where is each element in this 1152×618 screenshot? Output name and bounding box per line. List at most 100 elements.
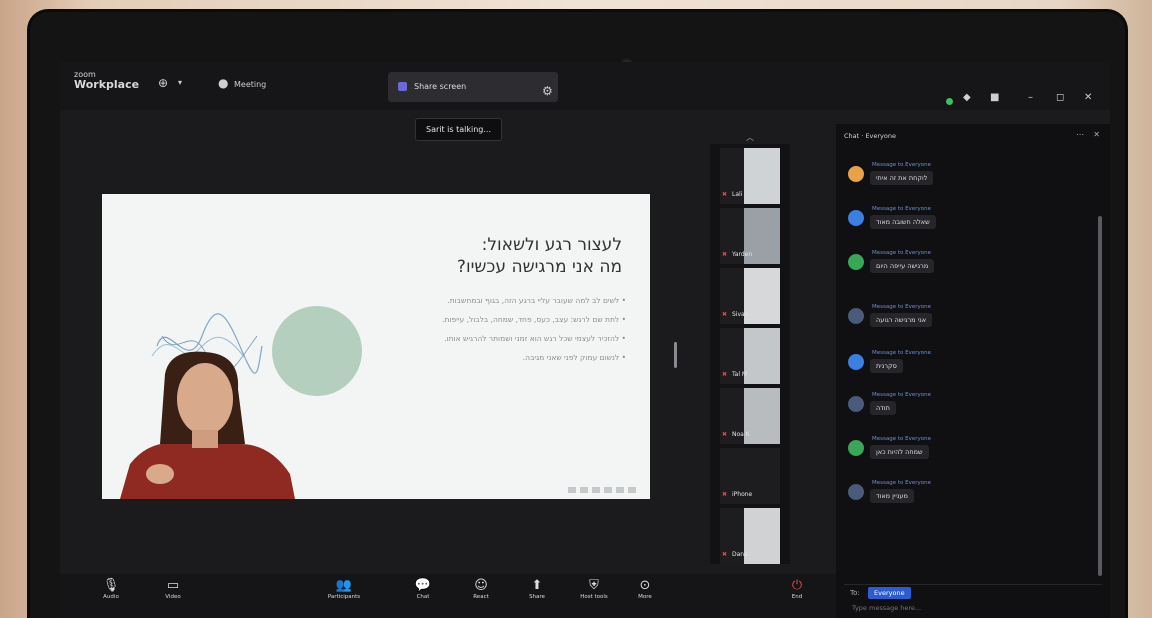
participant-tile[interactable]: ✖ Dana [720, 508, 780, 564]
participant-name: Noa K [732, 431, 750, 438]
chevron-down-icon[interactable]: ▾ [178, 78, 182, 87]
participant-strip: ︿ ✖ Lali ✖ Yarden ✖ Sivan ✖ Tal M ✖ Noa … [710, 133, 790, 564]
chat-message-meta: Message to Everyone [872, 436, 931, 442]
shield-check-icon[interactable]: ◆ [963, 92, 971, 103]
participant-tile[interactable]: ✖ Sivan [720, 268, 780, 324]
meeting-window: zoom Workplace ⊕ ▾ ● Meeting Share scree… [60, 62, 1110, 618]
participant-tile[interactable]: ✖ Yarden [720, 208, 780, 264]
end-label: End [791, 594, 803, 600]
chat-message-text: מעניין מאוד [870, 489, 914, 503]
participant-name: Dana [732, 551, 748, 558]
shield-icon[interactable]: ⊕ [158, 76, 168, 90]
chat-message-meta: Message to Everyone [872, 480, 931, 486]
more-button[interactable]: ⊙ More [628, 578, 662, 600]
connection-status-icon [946, 98, 953, 105]
participant-name: Yarden [732, 251, 753, 258]
avatar [848, 210, 864, 226]
chat-message-text: לוקחת את זה איתי [870, 171, 934, 185]
share-screen-icon: ⬆ [531, 578, 543, 593]
video-camera-icon: ▭ [166, 578, 180, 593]
avatar [848, 166, 864, 182]
participant-video [744, 508, 780, 564]
leave-icon: ⏻ [791, 578, 803, 593]
chat-options-icon[interactable]: ⋯ [1076, 130, 1084, 139]
chat-bubble-icon: 💬 [414, 578, 432, 593]
slide-bullet: • להזכיר לעצמי שכל רגש הוא זמני ושמותר ל… [444, 334, 626, 343]
slide-title-line-1: לעצור רגע ולשאול: [481, 235, 622, 255]
shield-icon: ⛨ [589, 578, 599, 593]
meeting-info-icon[interactable]: ● [218, 76, 228, 90]
react-label: React [473, 594, 489, 600]
chat-message-meta: Message to Everyone [872, 250, 931, 256]
slide-bullet: • לשים לב למה שעובר עליי ברגע הזה, בגוף … [447, 296, 626, 305]
minimize-icon[interactable]: – [1028, 92, 1033, 103]
participant-tile[interactable]: ✖ iPhone [720, 448, 780, 504]
chat-panel: Chat · Everyone ⋯ ✕ Message to Everyone … [836, 124, 1110, 618]
avatar [848, 484, 864, 500]
react-button[interactable]: ☺ React [464, 578, 498, 600]
muted-mic-icon: ✖ [722, 311, 728, 318]
close-chat-icon[interactable]: ✕ [1093, 130, 1100, 139]
host-tools-label: Host tools [580, 594, 608, 600]
share-button[interactable]: ⬆ Share [520, 578, 554, 600]
muted-mic-icon: ✖ [722, 551, 728, 558]
share-tab-label: Share screen [414, 82, 467, 91]
muted-mic-icon: ✖ [722, 191, 728, 198]
tab-settings-icon[interactable]: ⚙ [542, 84, 553, 98]
avatar [848, 308, 864, 324]
muted-mic-icon: ✖ [722, 431, 728, 438]
slide-bullets: • לשים לב למה שעובר עליי ברגע הזה, בגוף … [376, 294, 626, 370]
view-icon[interactable]: ■ [990, 92, 999, 103]
participant-tile[interactable]: ✖ Tal M [720, 328, 780, 384]
slide-title-line-2: מה אני מרגישה עכשיו? [456, 257, 622, 277]
chat-message-text: מרגישה עייפה היום [870, 259, 935, 273]
avatar [848, 396, 864, 412]
slide-footer-logos [568, 487, 638, 493]
share-icon [398, 82, 407, 91]
maximize-icon[interactable]: ◻ [1056, 92, 1064, 103]
avatar [848, 254, 864, 270]
brand-title: Workplace [74, 78, 140, 91]
participant-name: iPhone [732, 491, 753, 498]
chat-scrollbar[interactable] [1098, 216, 1102, 576]
panel-resize-handle[interactable] [674, 342, 677, 368]
video-button[interactable]: ▭ Video [156, 578, 190, 600]
avatar [848, 440, 864, 456]
chat-label: Chat [416, 594, 430, 600]
chat-message-text: תודה [870, 401, 896, 415]
chat-message-meta: Message to Everyone [872, 392, 931, 398]
presenter-video [120, 351, 295, 499]
chat-message-text: סקרנית [870, 359, 903, 373]
muted-mic-icon: ✖ [722, 371, 728, 378]
avatar [848, 354, 864, 370]
chat-button[interactable]: 💬 Chat [406, 578, 440, 600]
participant-tile[interactable]: ✖ Lali [720, 148, 780, 204]
participant-tile[interactable]: ✖ Noa K [720, 388, 780, 444]
chevron-up-icon[interactable]: ︿ [746, 132, 754, 143]
participant-name: Lali [732, 191, 743, 198]
more-icon: ⊙ [639, 578, 651, 593]
chat-composer: To: Everyone [844, 584, 1102, 615]
participant-video [744, 268, 780, 324]
host-tools-button[interactable]: ⛨ Host tools [574, 578, 614, 600]
app-brand: zoom Workplace [74, 70, 139, 90]
chat-message-text: שאלה חשובה מאוד [870, 215, 936, 229]
share-label: Share [529, 594, 545, 600]
muted-mic-icon: ✖ [722, 251, 728, 258]
chat-header: Chat · Everyone [844, 132, 896, 140]
end-button[interactable]: ⏻ End [780, 578, 814, 600]
recipient-label-icon: To: [850, 589, 860, 597]
chat-input[interactable] [850, 601, 1094, 615]
muted-mic-icon: ✖ [722, 491, 728, 498]
slide-title: לעצור רגע ולשאול: מה אני מרגישה עכשיו? [457, 234, 622, 278]
share-screen-tab[interactable]: Share screen [388, 72, 558, 102]
chat-message-text: שמחה להיות כאן [870, 445, 929, 459]
recipient-selector[interactable]: Everyone [868, 587, 911, 599]
audio-button[interactable]: 🎙 Audio [94, 578, 128, 600]
slide-bullet: • לתת שם לרגש: עצב, כעס, פחד, שמחה, בלבו… [442, 315, 626, 324]
slide-bullet: • לנשום עמוק לפני שאני מגיבה. [522, 353, 626, 362]
close-icon[interactable]: ✕ [1084, 92, 1092, 103]
shared-slide: לעצור רגע ולשאול: מה אני מרגישה עכשיו? •… [102, 194, 650, 499]
participants-button[interactable]: 👥 Participants [322, 578, 366, 600]
meeting-chip[interactable]: Meeting [234, 80, 266, 89]
